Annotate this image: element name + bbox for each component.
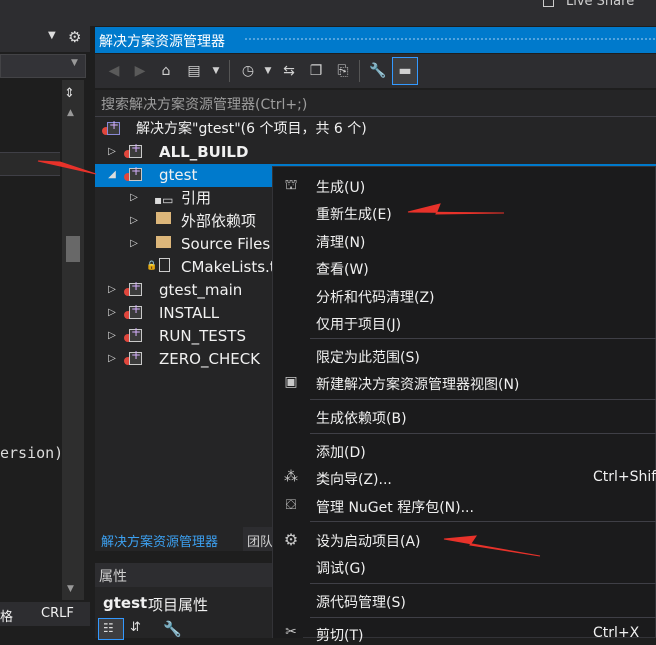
annotation-arrow-tree: [37, 160, 97, 175]
annotation-arrows: [37, 160, 541, 557]
annotation-arrow-rebuild: [407, 203, 505, 215]
annotation-arrow-set-startup: [443, 535, 541, 557]
